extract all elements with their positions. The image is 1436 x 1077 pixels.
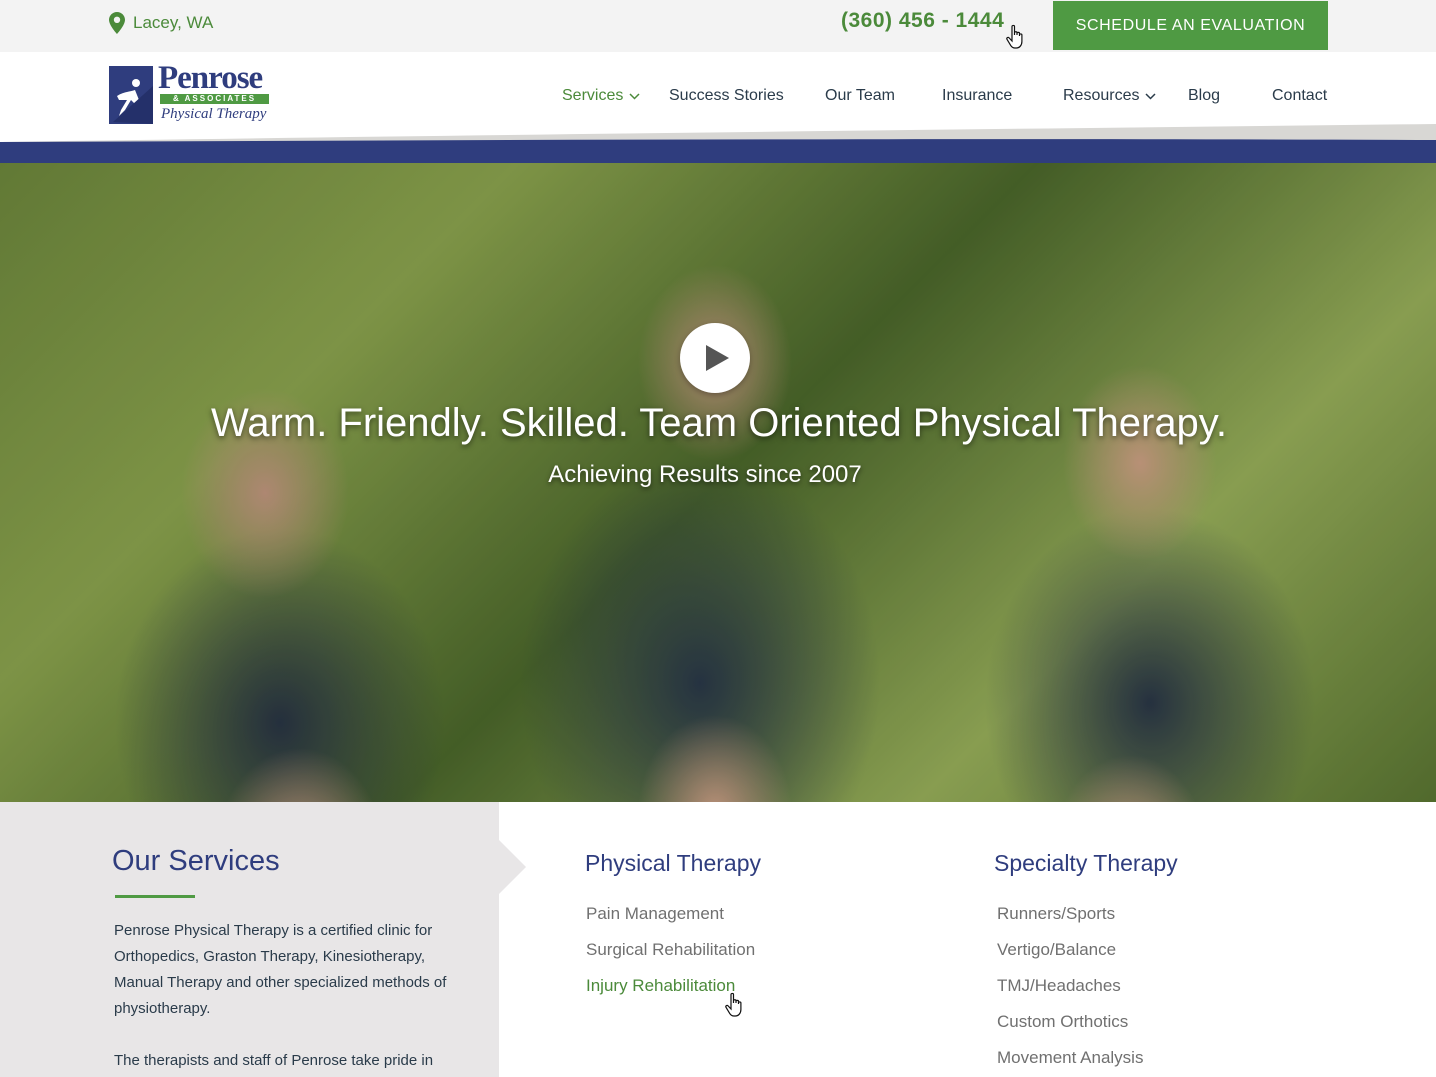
- top-bar: Lacey, WA (360) 456 - 1444 SCHEDULE AN E…: [0, 0, 1436, 52]
- services-paragraph: Penrose Physical Therapy is a certified …: [114, 922, 447, 1017]
- service-surgical-rehabilitation[interactable]: Surgical Rehabilitation: [586, 940, 755, 960]
- nav-resources-label: Resources: [1063, 87, 1140, 104]
- chevron-down-icon: [1145, 92, 1157, 100]
- nav-contact[interactable]: Contact: [1272, 87, 1327, 105]
- service-runners-sports[interactable]: Runners/Sports: [997, 904, 1115, 924]
- hero-subtitle: Achieving Results since 2007: [548, 461, 862, 488]
- nav-our-team[interactable]: Our Team: [825, 87, 895, 105]
- location-text: Lacey, WA: [133, 13, 214, 32]
- physical-therapy-heading: Physical Therapy: [585, 850, 761, 876]
- header-swoosh: [0, 124, 1436, 163]
- service-pain-management[interactable]: Pain Management: [586, 904, 724, 924]
- logo[interactable]: Penrose & ASSOCIATES Physical Therapy: [109, 60, 274, 126]
- hero: Warm. Friendly. Skilled. Team Oriented P…: [0, 163, 1436, 802]
- service-tmj-headaches[interactable]: TMJ/Headaches: [997, 976, 1121, 996]
- schedule-evaluation-button[interactable]: SCHEDULE AN EVALUATION: [1053, 1, 1328, 50]
- hand-cursor-icon: [1005, 24, 1027, 50]
- service-custom-orthotics[interactable]: Custom Orthotics: [997, 1012, 1128, 1032]
- nav-services-label: Services: [562, 87, 624, 104]
- services-title-rule: [115, 895, 195, 898]
- chevron-down-icon: [629, 92, 640, 100]
- nav-blog[interactable]: Blog: [1188, 87, 1220, 105]
- nav-success-stories[interactable]: Success Stories: [669, 87, 784, 105]
- service-movement-analysis[interactable]: Movement Analysis: [997, 1048, 1143, 1068]
- service-vertigo-balance[interactable]: Vertigo/Balance: [997, 940, 1116, 960]
- services-panel-arrow: [499, 840, 526, 894]
- nav-insurance[interactable]: Insurance: [942, 87, 1012, 105]
- logo-figure-icon: [109, 66, 153, 124]
- hero-title: Warm. Friendly. Skilled. Team Oriented P…: [211, 401, 1227, 445]
- nav-services[interactable]: Services: [562, 87, 640, 105]
- services-title: Our Services: [112, 845, 280, 877]
- hand-cursor-icon: [724, 992, 746, 1018]
- logo-associates: & ASSOCIATES: [160, 94, 269, 104]
- service-injury-rehabilitation[interactable]: Injury Rehabilitation: [586, 976, 735, 996]
- nav-resources[interactable]: Resources: [1063, 87, 1157, 105]
- map-pin-icon: [109, 12, 125, 34]
- phone-link[interactable]: (360) 456 - 1444: [841, 9, 1004, 33]
- logo-name: Penrose: [158, 60, 263, 96]
- specialty-therapy-heading: Specialty Therapy: [994, 850, 1178, 876]
- services-paragraph-2: The therapists and staff of Penrose take…: [114, 1052, 434, 1069]
- location[interactable]: Lacey, WA: [109, 12, 213, 34]
- play-video-button[interactable]: [680, 323, 750, 393]
